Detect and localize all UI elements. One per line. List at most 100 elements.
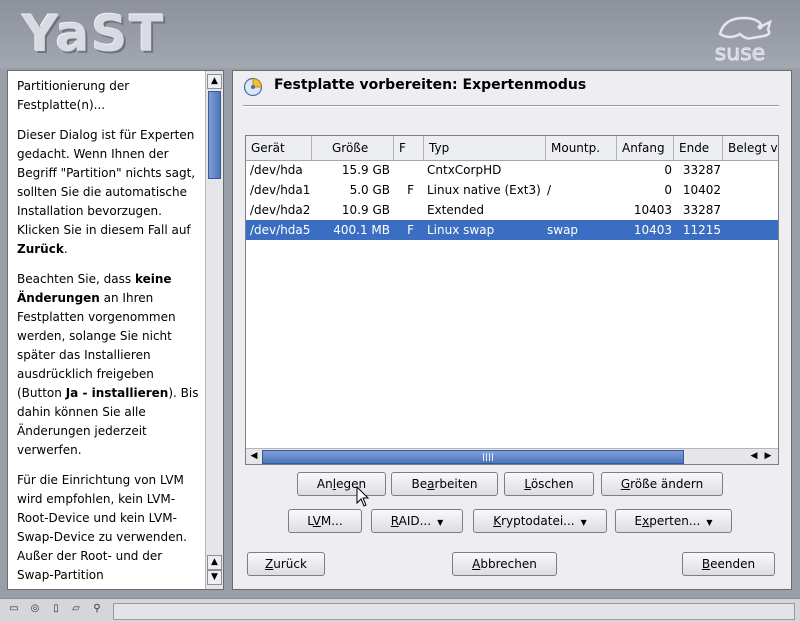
- cell-type: Extended: [427, 203, 484, 217]
- suse-logo-text: suse: [715, 41, 765, 64]
- table-row[interactable]: /dev/hda 15.9 GB CntxCorpHD 0 33287: [246, 160, 778, 180]
- column-header[interactable]: Mountp.: [546, 136, 617, 160]
- help-scroll-thumb[interactable]: [208, 91, 221, 179]
- raid-menu-button[interactable]: RAID... ▼: [371, 509, 463, 533]
- edit-button[interactable]: Bearbeiten: [391, 472, 498, 496]
- delete-button[interactable]: Löschen: [504, 472, 594, 496]
- dropdown-arrow-icon: ▼: [437, 518, 444, 527]
- button-label: E: [634, 514, 643, 528]
- disk-partition-icon: [243, 77, 263, 97]
- abort-button[interactable]: Abbrechen: [452, 552, 557, 576]
- button-label: öschen: [530, 477, 574, 491]
- button-mnemonic: G: [620, 477, 631, 491]
- cell-end: 33287: [682, 203, 721, 217]
- taskbar: ▭ ◎ ▯ ▱ ⚲: [0, 598, 800, 622]
- cell-device: /dev/hda5: [250, 223, 311, 237]
- finish-button[interactable]: Beenden: [682, 552, 775, 576]
- table-row[interactable]: /dev/hda1 5.0 GB F Linux native (Ext3) /…: [246, 180, 778, 200]
- yast-logo: YaST: [22, 5, 166, 63]
- button-label: eenden: [710, 557, 756, 571]
- help-text: Partitionierung der Festplatte(n)... Die…: [17, 77, 202, 589]
- button-mnemonic: a: [427, 477, 435, 491]
- help-text-span: Partitionierung der Festplatte(n)...: [17, 79, 130, 112]
- button-label: ryptodatei...: [501, 514, 575, 528]
- dropdown-arrow-icon: ▼: [706, 518, 713, 527]
- table-header: Gerät Größe F Typ Mountp. Anfang Ende Be…: [246, 136, 778, 161]
- document-icon[interactable]: ▯: [50, 603, 62, 615]
- column-header[interactable]: Belegt v: [723, 136, 778, 160]
- scroll-right-arrow-icon[interactable]: ▶: [761, 449, 775, 464]
- help-text-span: .: [63, 242, 68, 256]
- button-label: urück: [273, 557, 307, 571]
- column-header[interactable]: Typ: [424, 136, 546, 160]
- cell-type: CntxCorpHD: [427, 163, 502, 177]
- scroll-up-arrow-icon[interactable]: ▲: [207, 555, 222, 570]
- help-text-span: Für die Einrichtung von LVM wird empfohl…: [17, 473, 187, 582]
- help-scrollbar[interactable]: ▲ ▲ ▼: [205, 71, 223, 589]
- resize-button[interactable]: Größe ändern: [601, 472, 723, 496]
- help-bold-text: Ja - installieren: [65, 386, 169, 400]
- partitioner-dialog: Festplatte vorbereiten: Expertenmodus Ge…: [232, 70, 792, 590]
- horizontal-scroll-thumb[interactable]: [262, 450, 684, 464]
- scroll-left-arrow-icon[interactable]: ◀: [247, 449, 261, 464]
- suse-logo: suse: [714, 16, 772, 64]
- button-label: bbrechen: [480, 557, 537, 571]
- folder-icon[interactable]: ▱: [70, 603, 82, 615]
- button-label: AID...: [398, 514, 432, 528]
- cell-flag: [394, 200, 414, 220]
- button-mnemonic: K: [493, 514, 502, 528]
- column-header[interactable]: Anfang: [617, 136, 674, 160]
- table-row-selected[interactable]: /dev/hda5 400.1 MB F Linux swap swap 104…: [246, 220, 778, 240]
- table-row[interactable]: /dev/hda2 10.9 GB Extended 10403 33287: [246, 200, 778, 220]
- button-mnemonic: V: [312, 514, 321, 528]
- button-mnemonic: B: [701, 557, 711, 571]
- taskbar-window-list[interactable]: [113, 603, 795, 620]
- partition-table[interactable]: Gerät Größe F Typ Mountp. Anfang Ende Be…: [245, 135, 779, 465]
- cell-device: /dev/hda: [250, 163, 303, 177]
- home-icon[interactable]: ◎: [29, 603, 41, 615]
- help-paragraph-4: Für die Einrichtung von LVM wird empfohl…: [17, 471, 202, 585]
- scroll-left-arrow-icon[interactable]: ◀: [747, 449, 761, 464]
- help-paragraph-2: Dieser Dialog ist für Experten gedacht. …: [17, 126, 202, 259]
- cell-start: 10403: [633, 223, 672, 237]
- yast-banner: YaST suse: [0, 0, 800, 68]
- cell-flag: [394, 160, 414, 180]
- cell-start: 0: [664, 163, 672, 177]
- cell-start: 10403: [633, 203, 672, 217]
- cell-end: 10402: [682, 183, 721, 197]
- column-header[interactable]: Größe: [312, 136, 394, 160]
- column-header[interactable]: Gerät: [246, 136, 312, 160]
- desktop-icon[interactable]: ▭: [8, 603, 20, 615]
- column-header[interactable]: F: [394, 136, 424, 160]
- cell-mount: /: [547, 183, 552, 197]
- help-text-span: Dieser Dialog ist für Experten gedacht. …: [17, 128, 196, 237]
- network-icon[interactable]: ⚲: [91, 603, 103, 615]
- dropdown-arrow-icon: ▼: [580, 518, 587, 527]
- button-mnemonic: R: [390, 514, 399, 528]
- table-horizontal-scrollbar[interactable]: ◀ ◀ ▶: [246, 448, 778, 464]
- help-bold-text: Zurück: [17, 242, 64, 256]
- lvm-button[interactable]: LVM...: [288, 509, 362, 533]
- scroll-up-arrow-icon[interactable]: ▲: [207, 74, 222, 89]
- crypt-file-menu-button[interactable]: Kryptodatei... ▼: [473, 509, 607, 533]
- mouse-cursor-icon: [356, 486, 370, 507]
- button-label: M...: [320, 514, 343, 528]
- expert-menu-button[interactable]: Experten... ▼: [615, 509, 732, 533]
- create-button[interactable]: Anlegen: [297, 472, 386, 496]
- column-header[interactable]: Ende: [674, 136, 723, 160]
- help-paragraph-1: Partitionierung der Festplatte(n)...: [17, 77, 202, 115]
- scroll-grip-icon: [483, 453, 493, 461]
- dialog-title: Festplatte vorbereiten: Expertenmodus: [274, 77, 587, 93]
- title-separator: [243, 105, 779, 107]
- scroll-down-arrow-icon[interactable]: ▼: [207, 570, 222, 585]
- cell-device: /dev/hda1: [250, 183, 311, 197]
- cell-size: 10.9 GB: [341, 203, 390, 217]
- cell-mount: swap: [547, 223, 579, 237]
- cell-end: 33287: [682, 163, 721, 177]
- button-label: rbeiten: [434, 477, 478, 491]
- back-button[interactable]: Zurück: [247, 552, 325, 576]
- button-label: Be: [411, 477, 428, 491]
- cell-start: 0: [664, 183, 672, 197]
- help-panel: Partitionierung der Festplatte(n)... Die…: [7, 70, 224, 590]
- cell-size: 15.9 GB: [341, 163, 390, 177]
